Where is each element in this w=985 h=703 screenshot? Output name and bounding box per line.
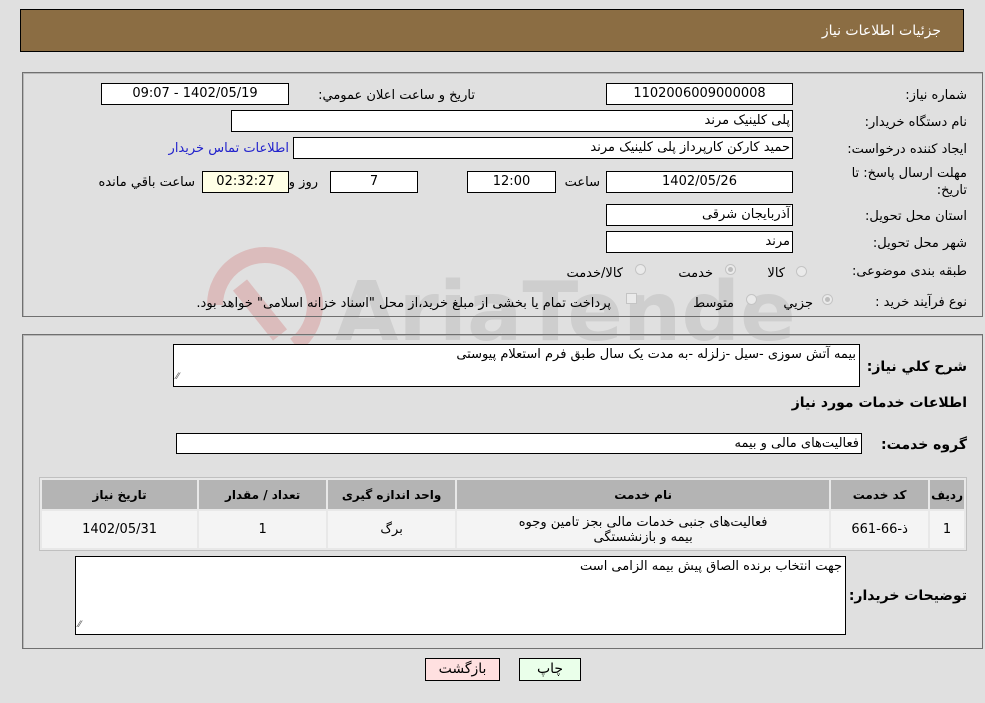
province-label: استان محل تحويل: bbox=[865, 209, 967, 224]
announce-date-field: 1402/05/19 - 09:07 bbox=[101, 83, 289, 105]
treasury-checkbox[interactable] bbox=[626, 293, 637, 304]
buyer-notes-textarea[interactable]: جهت انتخاب برنده الصاق پیش بیمه الزامی ا… bbox=[75, 556, 846, 635]
description-label: شرح کلي نياز: bbox=[866, 359, 967, 375]
col-code-header: کد خدمت bbox=[831, 480, 929, 509]
resize-grip-icon[interactable]: ⁄⁄ bbox=[176, 369, 179, 385]
days-label: روز و bbox=[288, 175, 318, 190]
creator-label: ايجاد کننده درخواست: bbox=[847, 142, 967, 157]
buyer-org-label: نام دستگاه خريدار: bbox=[864, 115, 967, 130]
row-name: فعاليت‌هاى جنبى خدمات مالى بجز تامين وجو… bbox=[457, 511, 830, 548]
deadline-date-field: 1402/05/26 bbox=[606, 171, 793, 193]
category-radio-goods-service[interactable] bbox=[635, 264, 646, 275]
category-option-service: خدمت bbox=[678, 266, 713, 281]
deadline-time-field: 12:00 bbox=[467, 171, 556, 193]
col-date-header: تاريخ نياز bbox=[42, 480, 198, 509]
deadline-label: مهلت ارسال پاسخ: تا تاريخ: bbox=[851, 166, 967, 198]
city-field: مرند bbox=[606, 231, 793, 253]
row-qty: 1 bbox=[199, 511, 327, 548]
col-unit-header: واحد اندازه گيری bbox=[328, 480, 456, 509]
deadline-time-label: ساعت bbox=[564, 175, 600, 190]
buyer-notes-text: جهت انتخاب برنده الصاق پیش بیمه الزامی ا… bbox=[580, 559, 842, 574]
col-qty-header: تعداد / مقدار bbox=[199, 480, 327, 509]
page-header: جزئیات اطلاعات نیاز bbox=[20, 9, 964, 52]
row-code: ذ-66-661 bbox=[831, 511, 929, 548]
process-option-minor: جزيي bbox=[783, 296, 813, 311]
resize-grip-icon[interactable]: ⁄⁄ bbox=[78, 617, 81, 633]
process-radio-minor[interactable] bbox=[822, 294, 833, 305]
print-button[interactable]: چاپ bbox=[519, 658, 581, 681]
category-radio-goods[interactable] bbox=[796, 266, 807, 277]
buyer-notes-label: توضيحات خريدار: bbox=[848, 588, 967, 604]
buyer-contact-link[interactable]: اطلاعات تماس خريدار bbox=[169, 141, 289, 156]
table-row: 1 ذ-66-661 فعاليت‌هاى جنبى خدمات مالى بج… bbox=[42, 511, 964, 548]
services-section-title: اطلاعات خدمات مورد نياز bbox=[791, 395, 967, 411]
category-option-goods-service: کالا/خدمت bbox=[566, 266, 623, 281]
creator-field: حمید کارکن کارپرداز پلی کلینیک مرند bbox=[293, 137, 793, 159]
col-name-header: نام خدمت bbox=[457, 480, 830, 509]
service-group-field: فعاليت‌هاى مالى و بيمه bbox=[176, 433, 862, 454]
announce-date-label: تاريخ و ساعت اعلان عمومي: bbox=[318, 88, 475, 103]
row-index: 1 bbox=[930, 511, 964, 548]
need-number-label: شماره نیاز: bbox=[905, 88, 967, 103]
remaining-time-label: ساعت باقي مانده bbox=[98, 175, 195, 190]
category-radio-service[interactable] bbox=[725, 264, 736, 275]
days-remaining-field: 7 bbox=[330, 171, 418, 193]
description-text: بیمه آتش سوزی -سیل -زلزله -به مدت یک سال… bbox=[456, 347, 856, 362]
col-index-header: رديف bbox=[930, 480, 964, 509]
table-header-row: رديف کد خدمت نام خدمت واحد اندازه گيری ت… bbox=[42, 480, 964, 509]
category-option-goods: کالا bbox=[767, 266, 785, 281]
treasury-note: پرداخت تمام يا بخشی از مبلغ خريد،از محل … bbox=[196, 296, 611, 311]
page-title: جزئیات اطلاعات نیاز bbox=[821, 23, 941, 39]
process-radio-medium[interactable] bbox=[746, 294, 757, 305]
need-number-field: 1102006009000008 bbox=[606, 83, 793, 105]
process-option-medium: متوسط bbox=[693, 296, 734, 311]
process-type-label: نوع فرآيند خريد : bbox=[875, 295, 967, 310]
row-date: 1402/05/31 bbox=[42, 511, 198, 548]
buyer-org-field: پلی کلینیک مرند bbox=[231, 110, 793, 132]
remaining-time-field: 02:32:27 bbox=[202, 171, 289, 193]
city-label: شهر محل تحويل: bbox=[872, 236, 967, 251]
category-label: طبقه بندی موضوعی: bbox=[851, 264, 967, 279]
row-unit: برگ bbox=[328, 511, 456, 548]
province-field: آذربایجان شرقی bbox=[606, 204, 793, 226]
services-table: رديف کد خدمت نام خدمت واحد اندازه گيری ت… bbox=[39, 477, 967, 551]
description-textarea[interactable]: بیمه آتش سوزی -سیل -زلزله -به مدت یک سال… bbox=[173, 344, 860, 387]
back-button[interactable]: بازگشت bbox=[425, 658, 500, 681]
service-group-label: گروه خدمت: bbox=[881, 437, 967, 453]
